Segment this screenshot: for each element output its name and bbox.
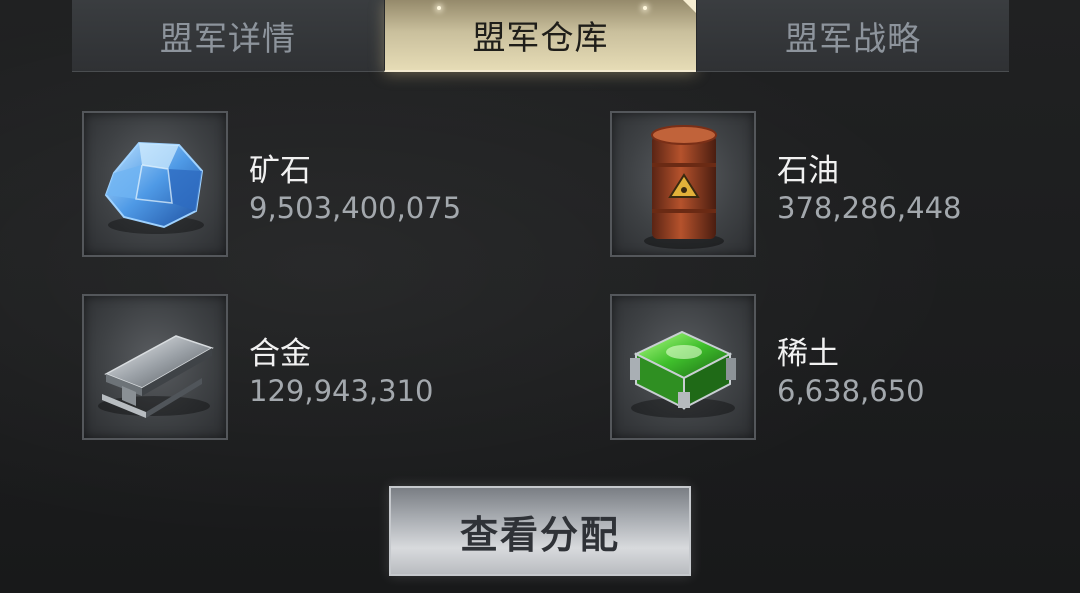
tab-bar: 盟军详情 盟军仓库 盟军战略 xyxy=(72,0,1010,72)
resource-amount: 9,503,400,075 xyxy=(249,191,462,225)
resource-amount: 6,638,650 xyxy=(777,374,925,408)
resource-alloy: 合金 129,943,310 xyxy=(82,294,512,444)
rare-earth-crate-icon xyxy=(610,294,756,440)
tab-label: 盟军仓库 xyxy=(472,18,609,57)
tab-label: 盟军详情 xyxy=(159,18,296,58)
resource-name: 矿石 xyxy=(249,153,311,189)
ore-crystal-icon xyxy=(82,111,228,257)
resource-rare-earth: 稀土 6,638,650 xyxy=(610,294,1040,444)
tab-sparkle xyxy=(642,6,647,10)
resource-name: 稀土 xyxy=(777,336,839,372)
view-distribution-button[interactable]: 查看分配 xyxy=(389,486,691,576)
resource-amount: 378,286,448 xyxy=(777,191,962,225)
tab-corner-accent xyxy=(683,0,697,13)
tab-alliance-details[interactable]: 盟军详情 xyxy=(72,0,384,72)
tab-alliance-warehouse[interactable]: 盟军仓库 xyxy=(383,0,697,72)
resource-ore: 矿石 9,503,400,075 xyxy=(82,111,512,261)
resource-name: 合金 xyxy=(249,336,311,372)
alloy-ingot-icon xyxy=(82,294,228,440)
alliance-warehouse-screen: 盟军详情 盟军仓库 盟军战略 矿石 9,503,400,075 石油 378,2… xyxy=(0,0,1080,593)
oil-barrel-icon xyxy=(610,111,756,257)
resource-amount: 129,943,310 xyxy=(249,374,434,408)
resource-name: 石油 xyxy=(777,153,839,189)
tab-sparkle xyxy=(436,6,441,10)
tab-label: 盟军战略 xyxy=(785,18,922,58)
tab-alliance-strategy[interactable]: 盟军战略 xyxy=(696,0,1010,72)
button-label: 查看分配 xyxy=(459,512,620,557)
resource-oil: 石油 378,286,448 xyxy=(610,111,1040,261)
